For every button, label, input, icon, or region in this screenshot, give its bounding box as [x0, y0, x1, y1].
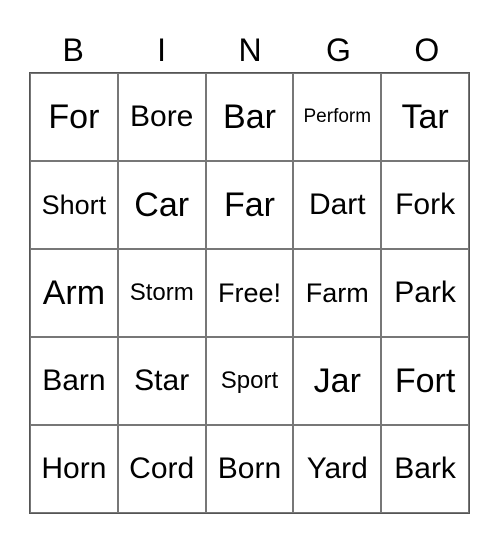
bingo-cell[interactable]: Sport — [205, 337, 294, 425]
header-letter-b: B — [62, 32, 84, 68]
bingo-cell[interactable]: Park — [381, 249, 469, 337]
bingo-cell[interactable]: Born — [205, 425, 294, 513]
free-space-cell[interactable]: Free! — [205, 249, 294, 337]
bingo-cell[interactable]: Bar — [205, 73, 294, 161]
bingo-cell[interactable]: Perform — [293, 73, 382, 161]
bingo-cell[interactable]: Star — [117, 337, 206, 425]
header-letter-g: G — [325, 32, 351, 68]
header-letter-n: N — [238, 32, 262, 68]
bingo-cell[interactable]: Horn — [30, 425, 118, 513]
bingo-header: B I N G O — [29, 28, 471, 72]
bingo-cell[interactable]: Cord — [117, 425, 206, 513]
bingo-cell[interactable]: Storm — [117, 249, 206, 337]
header-letter-o: O — [414, 32, 440, 68]
bingo-cell[interactable]: Bore — [117, 73, 206, 161]
header-letter-i: I — [157, 32, 167, 68]
bingo-cell[interactable]: Arm — [30, 249, 118, 337]
bingo-cell[interactable]: For — [30, 73, 118, 161]
bingo-cell[interactable]: Fork — [381, 161, 469, 249]
bingo-cell[interactable]: Barn — [30, 337, 118, 425]
bingo-cell[interactable]: Bark — [381, 425, 469, 513]
bingo-cell[interactable]: Farm — [293, 249, 382, 337]
bingo-cell[interactable]: Car — [117, 161, 206, 249]
bingo-cell[interactable]: Fort — [381, 337, 469, 425]
bingo-cell[interactable]: Far — [205, 161, 294, 249]
bingo-cell[interactable]: Tar — [381, 73, 469, 161]
bingo-cell[interactable]: Yard — [293, 425, 382, 513]
bingo-cell[interactable]: Short — [30, 161, 118, 249]
bingo-cell[interactable]: Jar — [293, 337, 382, 425]
bingo-cell[interactable]: Dart — [293, 161, 382, 249]
bingo-card-grid: For Bore Bar Perform Tar Short Car Far D… — [29, 72, 470, 514]
